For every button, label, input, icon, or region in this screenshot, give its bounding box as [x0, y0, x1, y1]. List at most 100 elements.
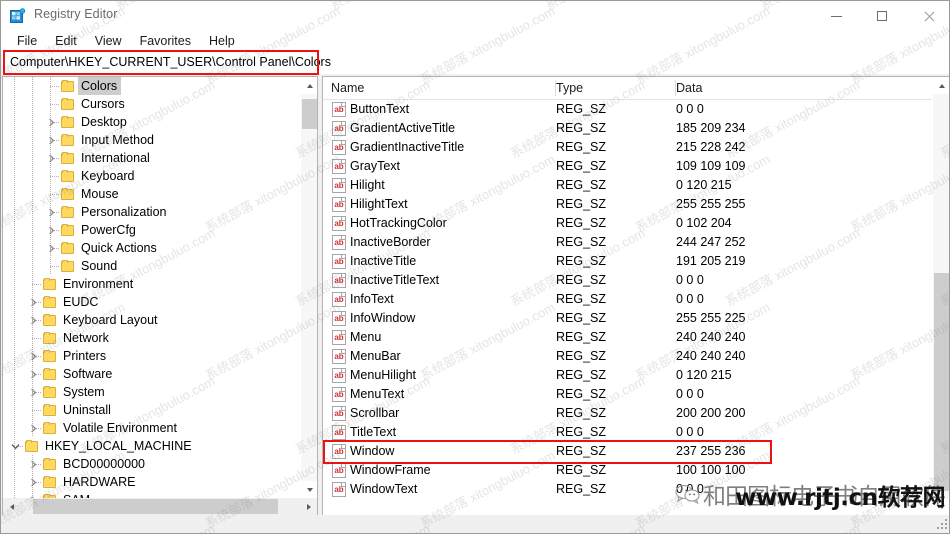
chevron-right-icon[interactable] [44, 239, 58, 257]
value-data-cell: 0 0 0 [676, 292, 704, 306]
tree-item-mouse[interactable]: Mouse [3, 185, 302, 203]
tree-item-keyboard-layout[interactable]: Keyboard Layout [3, 311, 302, 329]
chevron-right-icon[interactable] [44, 113, 58, 131]
title-bar: Registry Editor [1, 1, 949, 31]
tree-scroll-down-button[interactable] [301, 481, 317, 498]
table-row[interactable]: ab TitleText REG_SZ 0 0 0 [323, 423, 932, 442]
chevron-right-icon[interactable] [26, 455, 40, 473]
tree-item-keyboard[interactable]: Keyboard [3, 167, 302, 185]
chevron-right-icon[interactable] [44, 221, 58, 239]
menu-item-favorites[interactable]: Favorites [131, 32, 200, 51]
table-row[interactable]: ab MenuBar REG_SZ 240 240 240 [323, 347, 932, 366]
resize-grip[interactable] [936, 518, 947, 529]
column-header-data[interactable]: Data [676, 77, 932, 99]
tree-item-uninstall[interactable]: Uninstall [3, 401, 302, 419]
tree-scroll-left-button[interactable] [3, 498, 20, 515]
table-row[interactable]: ab InactiveBorder REG_SZ 244 247 252 [323, 233, 932, 252]
tree-item-personalization[interactable]: Personalization [3, 203, 302, 221]
registry-values-list[interactable]: ab ButtonText REG_SZ 0 0 0 ab GradientActiveT… [323, 100, 932, 498]
chevron-right-icon[interactable] [26, 365, 40, 383]
value-name-cell: WindowFrame [350, 463, 431, 477]
tree-guide-line [32, 167, 33, 185]
tree-vscroll-thumb[interactable] [302, 99, 317, 129]
minimize-button[interactable] [813, 1, 859, 31]
table-row[interactable]: ab InactiveTitleText REG_SZ 0 0 0 [323, 271, 932, 290]
tree-item-cursors[interactable]: Cursors [3, 95, 302, 113]
tree-item-volatile-environment[interactable]: Volatile Environment [3, 419, 302, 437]
folder-icon [43, 349, 57, 362]
table-row[interactable]: ab HotTrackingColor REG_SZ 0 102 204 [323, 214, 932, 233]
list-scroll-down-button[interactable] [933, 498, 949, 515]
chevron-right-icon[interactable] [44, 131, 58, 149]
tree-item-hkey_local_machine[interactable]: HKEY_LOCAL_MACHINE [3, 437, 302, 455]
tree-item-label: HKEY_LOCAL_MACHINE [45, 439, 192, 453]
menu-item-view[interactable]: View [86, 32, 131, 51]
table-row[interactable]: ab GradientActiveTitle REG_SZ 185 209 234 [323, 119, 932, 138]
column-header-name[interactable]: Name [331, 77, 556, 99]
table-row[interactable]: ab Menu REG_SZ 240 240 240 [323, 328, 932, 347]
table-row[interactable]: ab GradientInactiveTitle REG_SZ 215 228 242 [323, 138, 932, 157]
tree-item-environment[interactable]: Environment [3, 275, 302, 293]
tree-item-sam[interactable]: SAM [3, 491, 302, 498]
close-button[interactable] [905, 1, 949, 31]
tree-item-system[interactable]: System [3, 383, 302, 401]
tree-item-hardware[interactable]: HARDWARE [3, 473, 302, 491]
tree-item-printers[interactable]: Printers [3, 347, 302, 365]
table-row[interactable]: ab WindowFrame REG_SZ 100 100 100 [323, 461, 932, 480]
tree-item-quick-actions[interactable]: Quick Actions [3, 239, 302, 257]
chevron-right-icon[interactable] [26, 383, 40, 401]
list-scroll-up-button[interactable] [933, 77, 949, 94]
chevron-down-icon[interactable] [8, 437, 22, 455]
chevron-right-icon[interactable] [26, 491, 40, 498]
tree-item-international[interactable]: International [3, 149, 302, 167]
table-row[interactable]: ab Hilight REG_SZ 0 120 215 [323, 176, 932, 195]
table-row[interactable]: ab Window REG_SZ 237 255 236 [323, 442, 932, 461]
chevron-right-icon[interactable] [44, 203, 58, 221]
tree-item-sound[interactable]: Sound [3, 257, 302, 275]
address-bar[interactable]: Computer\HKEY_CURRENT_USER\Control Panel… [2, 52, 949, 74]
table-row[interactable]: ab InactiveTitle REG_SZ 191 205 219 [323, 252, 932, 271]
value-type-cell: REG_SZ [556, 311, 607, 325]
tree-item-network[interactable]: Network [3, 329, 302, 347]
tree-item-software[interactable]: Software [3, 365, 302, 383]
table-row[interactable]: ab InfoWindow REG_SZ 255 255 225 [323, 309, 932, 328]
list-vertical-scrollbar[interactable] [932, 77, 949, 515]
registry-tree[interactable]: Colors Cursors Desktop Input Method Internat… [3, 77, 302, 498]
menu-item-edit[interactable]: Edit [46, 32, 86, 51]
table-row[interactable]: ab ButtonText REG_SZ 0 0 0 [323, 100, 932, 119]
tree-hscroll-thumb[interactable] [33, 499, 278, 514]
tree-guide-line [14, 131, 15, 149]
table-row[interactable]: ab HilightText REG_SZ 255 255 255 [323, 195, 932, 214]
table-row[interactable]: ab GrayText REG_SZ 109 109 109 [323, 157, 932, 176]
chevron-right-icon[interactable] [26, 293, 40, 311]
menu-item-file[interactable]: File [8, 32, 46, 51]
menu-item-help[interactable]: Help [200, 32, 244, 51]
tree-vertical-scrollbar[interactable] [300, 77, 317, 498]
tree-guide-line [50, 176, 59, 177]
chevron-right-icon[interactable] [44, 149, 58, 167]
table-row[interactable]: ab MenuText REG_SZ 0 0 0 [323, 385, 932, 404]
tree-item-bcd00000000[interactable]: BCD00000000 [3, 455, 302, 473]
tree-vscroll-track[interactable] [301, 94, 317, 481]
tree-item-eudc[interactable]: EUDC [3, 293, 302, 311]
table-row[interactable]: ab InfoText REG_SZ 0 0 0 [323, 290, 932, 309]
tree-item-powercfg[interactable]: PowerCfg [3, 221, 302, 239]
chevron-right-icon[interactable] [26, 311, 40, 329]
list-vscroll-thumb[interactable] [934, 273, 949, 491]
chevron-right-icon[interactable] [26, 473, 40, 491]
column-header-type[interactable]: Type [556, 77, 676, 99]
table-row[interactable]: ab Scrollbar REG_SZ 200 200 200 [323, 404, 932, 423]
tree-scroll-up-button[interactable] [301, 77, 317, 94]
tree-horizontal-scrollbar[interactable] [3, 498, 317, 515]
value-data-cell: 0 120 215 [676, 178, 732, 192]
tree-item-desktop[interactable]: Desktop [3, 113, 302, 131]
chevron-right-icon[interactable] [26, 347, 40, 365]
maximize-button[interactable] [859, 1, 905, 31]
tree-item-colors[interactable]: Colors [3, 77, 302, 95]
tree-item-input-method[interactable]: Input Method [3, 131, 302, 149]
value-data-cell: 191 205 219 [676, 254, 746, 268]
table-row[interactable]: ab MenuHilight REG_SZ 0 120 215 [323, 366, 932, 385]
tree-scroll-right-button[interactable] [300, 498, 317, 515]
chevron-right-icon[interactable] [26, 419, 40, 437]
table-row[interactable]: ab WindowText REG_SZ 0 0 0 [323, 480, 932, 498]
